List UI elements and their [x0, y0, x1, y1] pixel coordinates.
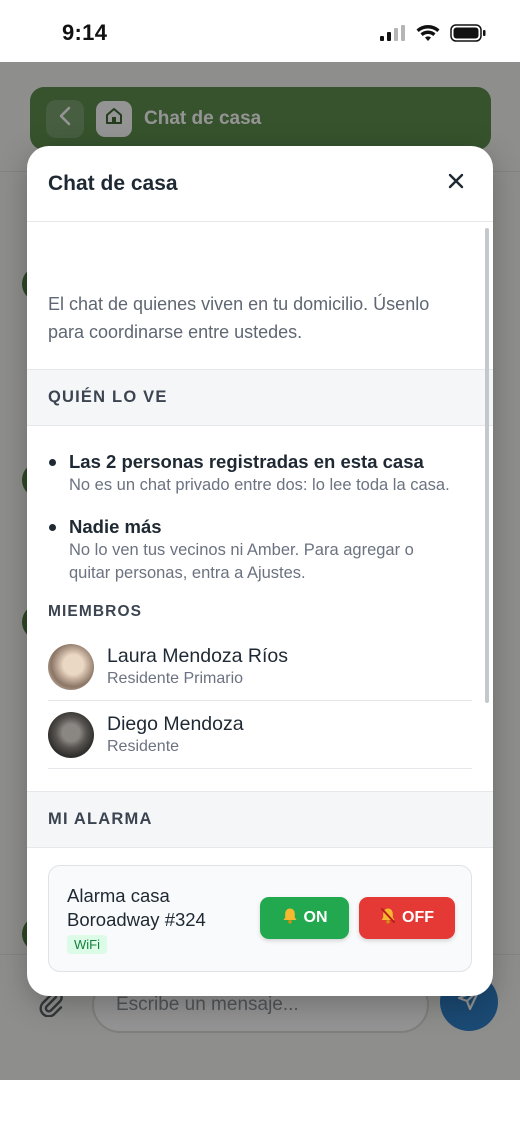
alarm-card: Alarma casa Boroadway #324 WiFi ON OFF	[48, 865, 472, 972]
wifi-badge: WiFi	[67, 935, 107, 954]
alarm-off-label: OFF	[402, 909, 434, 926]
home-indicator-area	[0, 1080, 520, 1125]
battery-icon	[450, 24, 486, 47]
wifi-icon	[416, 24, 440, 47]
alarm-off-button[interactable]: OFF	[359, 897, 455, 939]
member-row[interactable]: Diego Mendoza Residente	[48, 701, 472, 769]
who-sees-list: Las 2 personas registradas en esta casa …	[27, 426, 493, 585]
bullet-title: Las 2 personas registradas en esta casa	[69, 451, 424, 472]
bullet-dot	[49, 459, 56, 466]
alarm-on-label: ON	[303, 909, 328, 926]
who-sees-heading: QUIÉN LO VE	[27, 369, 493, 426]
modal-title: Chat de casa	[48, 171, 178, 195]
status-bar: 9:14	[0, 0, 520, 62]
list-item: Nadie más No lo ven tus vecinos ni Amber…	[48, 515, 453, 585]
list-item: Las 2 personas registradas en esta casa …	[48, 450, 453, 497]
close-icon	[448, 173, 464, 194]
status-time: 9:14	[62, 20, 108, 45]
avatar	[48, 711, 94, 758]
modal-intro: El chat de quienes viven en tu domicilio…	[48, 294, 430, 342]
close-button[interactable]	[441, 169, 471, 199]
signal-icon	[380, 25, 406, 46]
scrollbar[interactable]	[485, 228, 489, 703]
member-name: Diego Mendoza	[107, 713, 244, 735]
member-row[interactable]: Laura Mendoza Ríos Residente Primario	[48, 633, 472, 701]
status-icons	[380, 24, 486, 47]
bell-icon	[282, 907, 298, 929]
bullet-title: Nadie más	[69, 516, 162, 537]
member-name: Laura Mendoza Ríos	[107, 645, 289, 667]
members-heading: MIEMBROS	[48, 603, 143, 620]
bullet-dot	[49, 524, 56, 531]
member-role: Residente	[107, 738, 180, 755]
members-list: Laura Mendoza Ríos Residente Primario Di…	[27, 621, 493, 769]
member-role: Residente Primario	[107, 670, 244, 687]
avatar	[48, 643, 94, 690]
modal-header: Chat de casa	[27, 146, 493, 222]
alarm-heading: MI ALARMA	[27, 791, 493, 848]
bullet-description: No lo ven tus vecinos ni Amber. Para agr…	[69, 541, 414, 582]
bullet-description: No es un chat privado entre dos: lo lee …	[69, 476, 450, 494]
bell-off-icon	[380, 907, 396, 929]
alarm-name: Alarma casa Boroadway #324	[67, 885, 206, 930]
chat-info-modal: Chat de casa El chat de quienes viven en…	[27, 146, 493, 996]
alarm-on-button[interactable]: ON	[260, 897, 349, 939]
modal-body[interactable]: El chat de quienes viven en tu domicilio…	[27, 222, 493, 996]
